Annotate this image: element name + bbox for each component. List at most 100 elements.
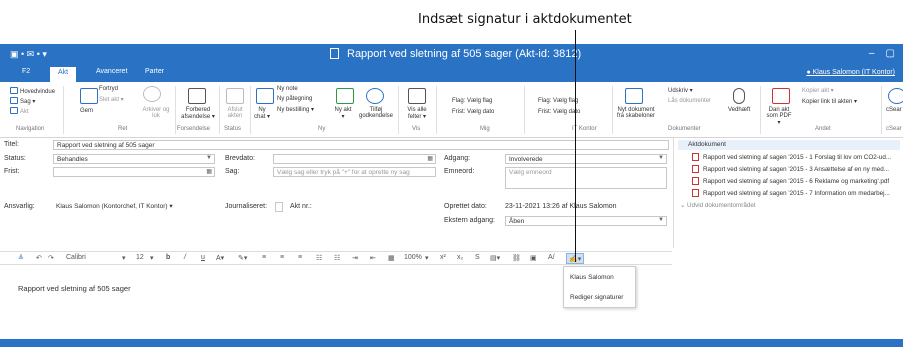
user-link[interactable]: ● Klaus Salomon (IT Kontor) xyxy=(806,69,895,76)
undo-button[interactable]: Fortryd xyxy=(99,86,118,92)
image-icon[interactable]: ▣ xyxy=(530,254,537,262)
pdf-icon xyxy=(692,153,699,161)
mig-flag[interactable]: Flag: Vælg flag xyxy=(452,98,492,104)
new-akt-button[interactable]: Ny akt ▾ xyxy=(334,107,352,120)
show-fields-button[interactable]: Vis alle felter ▾ xyxy=(402,107,432,120)
new-bestilling-button[interactable]: Ny bestilling ▾ xyxy=(277,106,314,113)
nav-sag[interactable]: Sag ▾ xyxy=(10,97,35,105)
menu-item-edit-signatures[interactable]: Rediger signaturer xyxy=(570,294,623,301)
journaliseret-checkbox[interactable] xyxy=(275,202,283,212)
doc-item[interactable]: Rapport ved sletning af sagen '2015 - 3 … xyxy=(692,165,889,173)
maximize-button[interactable]: ▢ xyxy=(886,48,895,59)
table-icon[interactable]: ▦ xyxy=(388,254,395,262)
align-right-icon[interactable]: ≡ xyxy=(298,254,302,261)
calendar-icon[interactable]: ▦ xyxy=(206,168,212,175)
group-ret: Ret xyxy=(118,126,128,132)
group-dokumenter: Dokumenter xyxy=(668,126,701,132)
bold-button[interactable]: b xyxy=(166,254,170,261)
new-chat-button[interactable]: Ny chat ▾ xyxy=(252,107,272,120)
archive-button[interactable]: Arkiver og luk xyxy=(141,107,171,119)
bullet-list-icon[interactable]: ☷ xyxy=(316,254,322,262)
user-name[interactable]: Klaus Salomon (IT Kontor) xyxy=(813,69,895,76)
undo-icon[interactable]: ↶ xyxy=(36,254,42,262)
font-select[interactable]: Calibri xyxy=(66,254,86,261)
emneord-field[interactable]: Vælg emneord xyxy=(505,167,667,189)
menu-item-signature[interactable]: Klaus Salomon xyxy=(570,274,614,281)
chevron-down-icon[interactable]: ▾ xyxy=(150,254,154,262)
lock-docs-button[interactable]: Lås dokumenter xyxy=(668,98,711,104)
add-approval-button[interactable]: Tilføj godkendelse xyxy=(358,107,394,119)
status-bar xyxy=(0,339,903,347)
tab-avanceret[interactable]: Avanceret xyxy=(96,68,127,75)
chevron-down-icon[interactable]: ▾ xyxy=(122,254,126,262)
itkontor-flag[interactable]: Flag: Vælg flag xyxy=(538,98,578,104)
font-color-icon[interactable]: A▾ xyxy=(216,254,224,262)
new-note-button[interactable]: Ny note xyxy=(277,86,298,92)
quick-access-toolbar[interactable]: ▣ • ✉ • ▾ xyxy=(10,49,47,60)
chevron-down-icon[interactable]: ▾ xyxy=(425,254,429,262)
clear-format-icon[interactable]: A/ xyxy=(548,254,555,261)
print-button[interactable]: Udskriv ▾ xyxy=(668,87,693,94)
make-pdf-button[interactable]: Dan akt som PDF ▾ xyxy=(765,107,793,126)
status-select[interactable]: Behandles ▼ xyxy=(53,154,215,164)
tab-f2[interactable]: F2 xyxy=(22,68,30,75)
save-button[interactable]: Gem xyxy=(80,108,93,114)
window-buttons: – ▢ xyxy=(869,48,895,59)
outdent-icon[interactable]: ⇤ xyxy=(370,254,376,262)
frist-field[interactable]: ▦ xyxy=(53,167,215,177)
save-icon xyxy=(80,88,98,104)
mig-frist[interactable]: Frist: Vælg dato xyxy=(452,109,494,115)
link-icon[interactable]: ⛓ xyxy=(512,254,521,262)
csearch-button[interactable]: cSear xyxy=(886,107,902,113)
delete-akt-button[interactable]: Slet akt ▾ xyxy=(99,96,124,103)
tab-akt[interactable]: Akt xyxy=(50,67,77,82)
ansvarlig-select[interactable]: Klaus Salomon (Kontorchef, IT Kontor) ▾ xyxy=(53,201,207,211)
sag-field[interactable]: Vælg sag eller tryk på "+" for at oprett… xyxy=(273,167,436,177)
prepare-send-button[interactable]: Forbered afsendelse ▾ xyxy=(180,107,216,120)
zoom-select[interactable]: 100% xyxy=(404,254,422,261)
numbered-list-icon[interactable]: ☷ xyxy=(334,254,340,262)
tab-parter[interactable]: Parter xyxy=(145,68,164,75)
finish-akt-button[interactable]: Afslut akten xyxy=(222,107,248,119)
align-center-icon[interactable]: ≡ xyxy=(280,254,284,261)
align-left-icon[interactable]: ≡ xyxy=(262,254,266,261)
group-forsendelse: Forsendelse xyxy=(177,126,211,132)
docs-header[interactable]: Aktdokument xyxy=(678,140,900,150)
separator xyxy=(760,86,761,134)
signature-menu: Klaus Salomon Rediger signaturer xyxy=(563,266,636,308)
editor-body[interactable]: Rapport ved sletning af 505 sager xyxy=(0,266,903,339)
calendar-icon[interactable]: ▦ xyxy=(427,155,433,162)
superscript-icon[interactable]: x² xyxy=(440,254,446,261)
insert-table-icon[interactable]: ▤▾ xyxy=(490,254,500,262)
body-text[interactable]: Rapport ved sletning af 505 sager xyxy=(18,284,131,293)
archive-icon xyxy=(143,86,161,102)
size-select[interactable]: 12 xyxy=(136,254,144,261)
new-paategning-button[interactable]: Ny påtegning xyxy=(277,96,312,102)
format-icon[interactable]: ≜ xyxy=(18,254,24,262)
new-doc-template-button[interactable]: Nyt dokument fra skabeloner xyxy=(614,107,658,119)
nav-akt[interactable]: Akt xyxy=(10,107,29,115)
adgang-select[interactable]: Involverede ▼ xyxy=(505,154,667,164)
copy-akt-button[interactable]: Kopier akt ▾ xyxy=(802,87,834,94)
expand-docs-button[interactable]: ⌄ Udvid dokumentområdet xyxy=(680,202,756,209)
redo-icon[interactable]: ↷ xyxy=(48,254,54,262)
highlight-icon[interactable]: ✎▾ xyxy=(238,254,247,262)
minimize-button[interactable]: – xyxy=(869,48,875,59)
underline-button[interactable]: u xyxy=(201,254,205,261)
doc-item[interactable]: Rapport ved sletning af sagen '2015 - 6 … xyxy=(692,177,889,185)
titel-field[interactable]: Rapport ved sletning af 505 sager xyxy=(53,140,669,150)
ekstern-select[interactable]: Åben ▼ xyxy=(505,216,667,226)
itkontor-frist[interactable]: Frist: Vælg dato xyxy=(538,109,580,115)
separator xyxy=(612,86,613,134)
subscript-icon[interactable]: x₂ xyxy=(457,254,463,261)
indent-icon[interactable]: ⇥ xyxy=(352,254,358,262)
doc-item[interactable]: Rapport ved sletning af sagen '2015 - 7 … xyxy=(692,189,890,197)
oprettet-value: 23-11-2021 13:26 af Klaus Salomon xyxy=(505,203,617,210)
strikethrough-icon[interactable]: S xyxy=(475,254,480,261)
nav-hovedvindue[interactable]: Hovedvindue xyxy=(10,87,55,95)
doc-item[interactable]: Rapport ved sletning af sagen '2015 - 1 … xyxy=(692,153,891,161)
brevdato-field[interactable]: ▦ xyxy=(273,154,436,164)
italic-button[interactable]: / xyxy=(184,254,186,261)
copy-link-button[interactable]: Kopier link til akten ▾ xyxy=(802,98,857,105)
attach-button[interactable]: Vedhæft xyxy=(728,107,750,113)
